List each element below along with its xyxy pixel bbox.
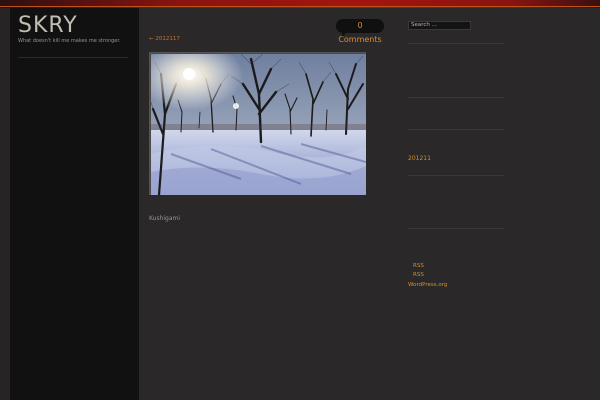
sidebar-divider	[408, 43, 504, 44]
site-title[interactable]: SKRY	[18, 13, 78, 38]
site-tagline: What doesn't kill me makes me stronger.	[18, 38, 121, 44]
wordpress-link[interactable]: WordPress.org	[408, 282, 447, 288]
post-tag-link[interactable]: Kushigami	[149, 215, 180, 222]
previous-post-link[interactable]: ← 2012117	[149, 36, 180, 42]
rss-link[interactable]: RSS	[413, 263, 424, 269]
search-input[interactable]: Search ...	[408, 21, 471, 30]
header-accent-line	[0, 6, 600, 7]
sidebar-divider	[18, 57, 128, 58]
left-sidebar	[10, 8, 139, 400]
post-image-frame	[149, 52, 366, 195]
page-gutter	[0, 8, 10, 400]
comments-count-link[interactable]: 0 Comments	[336, 19, 384, 44]
sidebar-divider	[408, 175, 504, 176]
sidebar-divider	[408, 97, 504, 98]
post-image[interactable]	[151, 54, 366, 195]
rss-link[interactable]: RSS	[413, 272, 424, 278]
sidebar-divider	[408, 228, 504, 229]
archive-link[interactable]: 201211	[408, 155, 431, 162]
sidebar-divider	[408, 129, 504, 130]
